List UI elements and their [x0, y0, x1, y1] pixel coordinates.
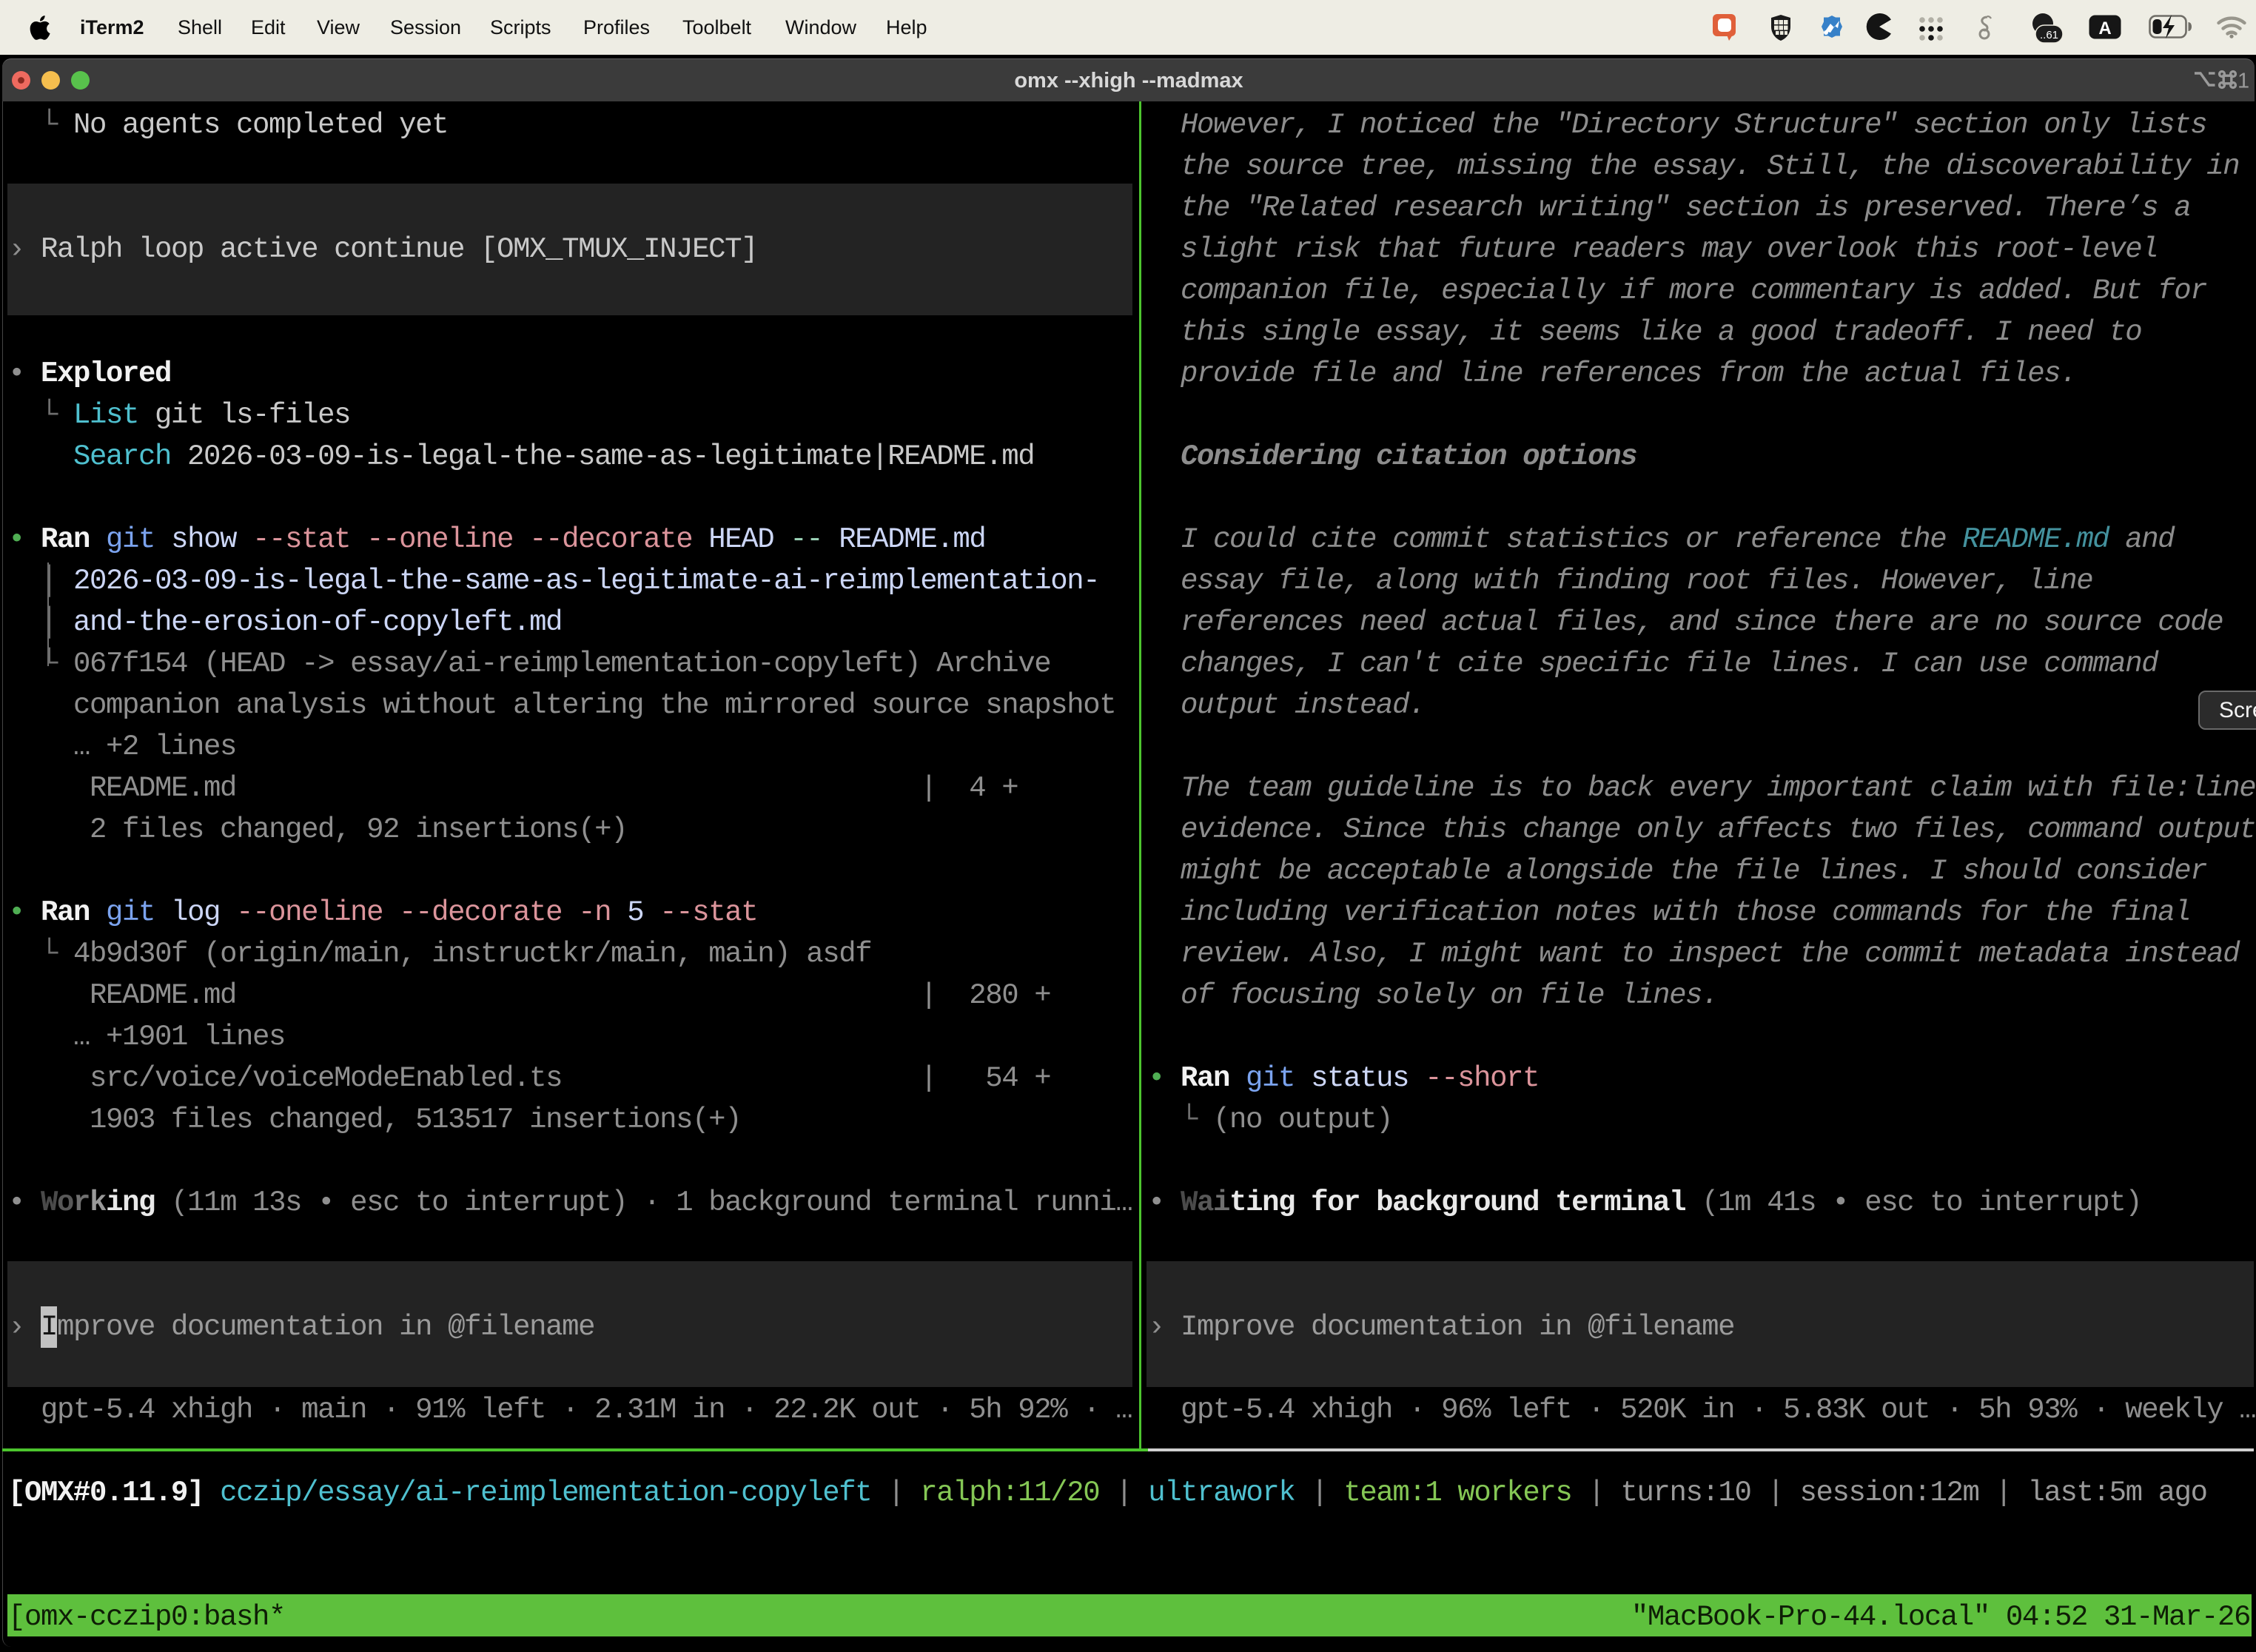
- svg-text:A: A: [2098, 19, 2111, 38]
- svg-text:1: 1: [2237, 70, 2249, 93]
- svg-text:..61: ..61: [2040, 29, 2058, 41]
